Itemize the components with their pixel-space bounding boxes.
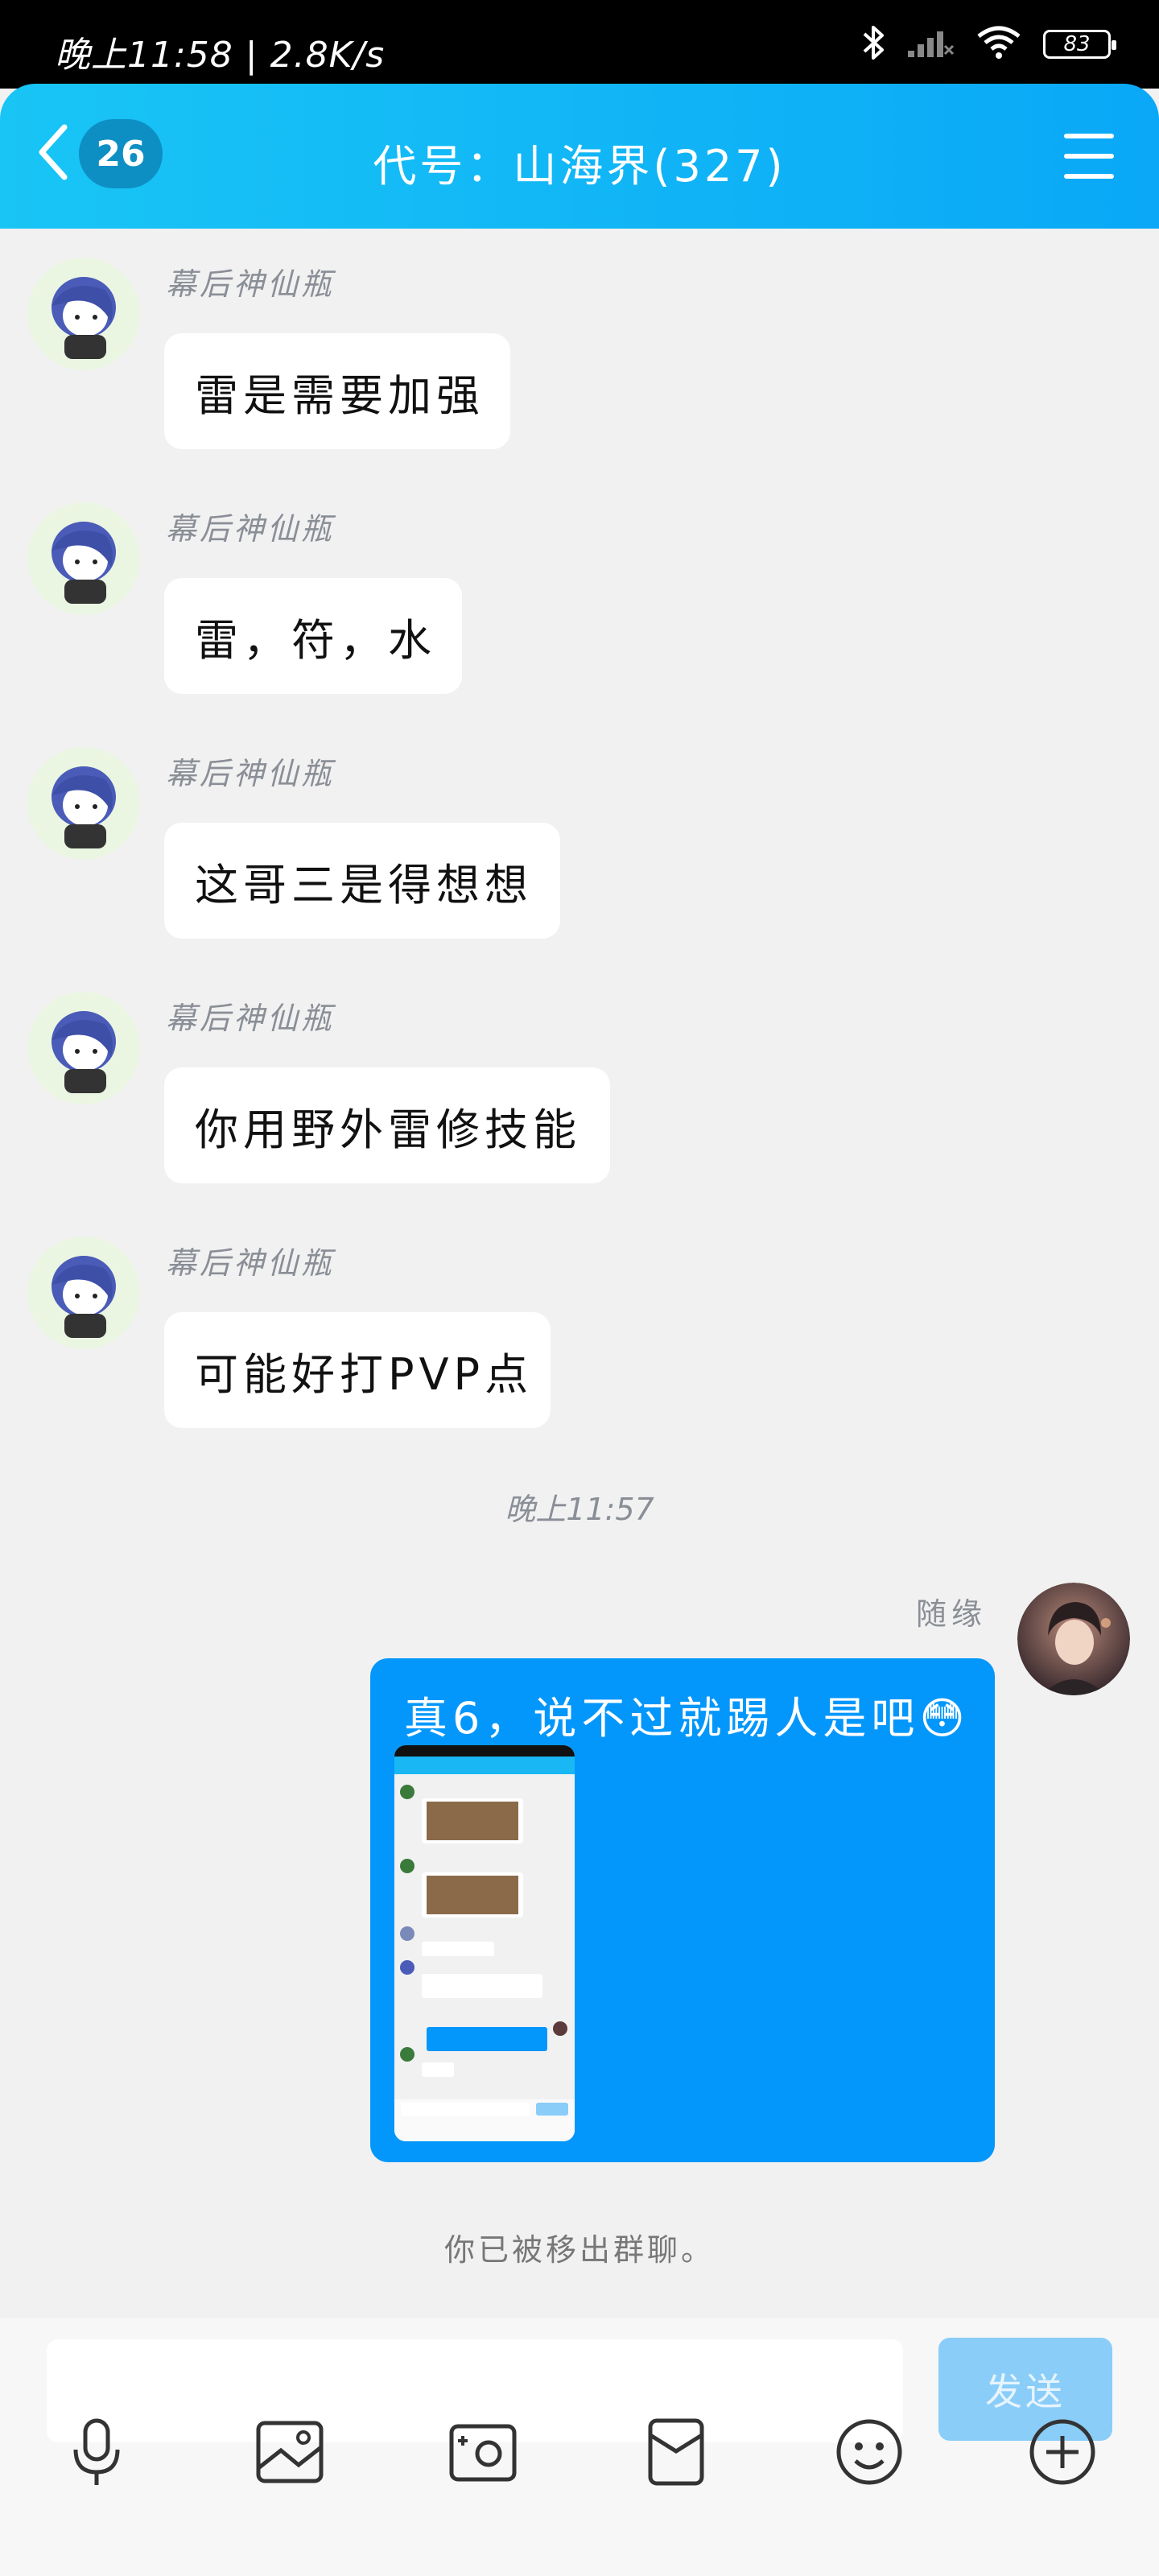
bluetooth-icon	[861, 24, 885, 64]
image-icon[interactable]	[250, 2412, 330, 2492]
sender-name: 幕后神仙瓶	[166, 1245, 336, 1281]
microphone-icon[interactable]	[56, 2412, 137, 2492]
emoji-icon[interactable]	[829, 2412, 909, 2492]
camera-icon[interactable]	[443, 2412, 523, 2492]
message-bubble[interactable]: 雷，符，水	[164, 578, 462, 694]
chat-header: 26 代号：山海界(327)	[0, 84, 1159, 229]
message-bubble[interactable]: 这哥三是得想想	[164, 823, 560, 939]
avatar[interactable]	[27, 502, 140, 615]
avatar[interactable]	[27, 992, 140, 1104]
wifi-icon	[975, 25, 1022, 64]
my-avatar[interactable]	[1017, 1583, 1130, 1695]
battery-level: 83	[1063, 32, 1091, 56]
message-bubble[interactable]: 可能好打PVP点	[164, 1312, 551, 1428]
sender-name: 幕后神仙瓶	[166, 756, 336, 791]
sender-name: 幕后神仙瓶	[166, 511, 336, 547]
input-bar: 发送	[0, 2318, 1159, 2576]
sender-name: 幕后神仙瓶	[166, 266, 336, 302]
my-message-bubble[interactable]: 真6，说不过就踢人是吧😳	[370, 1658, 995, 2162]
avatar[interactable]	[27, 258, 140, 370]
status-bar: 晚上11:58 | 2.8K/s 83	[0, 0, 1159, 89]
message-bubble[interactable]: 雷是需要加强	[164, 333, 510, 449]
avatar[interactable]	[27, 1236, 140, 1349]
plus-icon[interactable]	[1022, 2412, 1103, 2492]
message-bubble[interactable]: 你用野外雷修技能	[164, 1067, 610, 1183]
avatar[interactable]	[27, 747, 140, 860]
screenshot-thumbnail[interactable]	[394, 1745, 575, 2141]
signal-icon	[906, 27, 955, 62]
sender-name: 随缘	[915, 1596, 987, 1632]
sender-name: 幕后神仙瓶	[166, 1001, 336, 1036]
system-notice: 你已被移出群聊。	[443, 2232, 715, 2268]
page-title: 代号：山海界(327)	[373, 141, 786, 192]
message-timestamp: 晚上11:57	[505, 1492, 654, 1527]
battery-icon: 83	[1043, 30, 1116, 59]
red-packet-icon[interactable]	[636, 2412, 716, 2492]
status-icons: 83	[861, 24, 1116, 64]
menu-icon[interactable]	[1064, 134, 1114, 179]
status-time-speed: 晚上11:58 | 2.8K/s	[55, 35, 386, 76]
my-message-text: 真6，说不过就踢人是吧😳	[404, 1693, 970, 1744]
